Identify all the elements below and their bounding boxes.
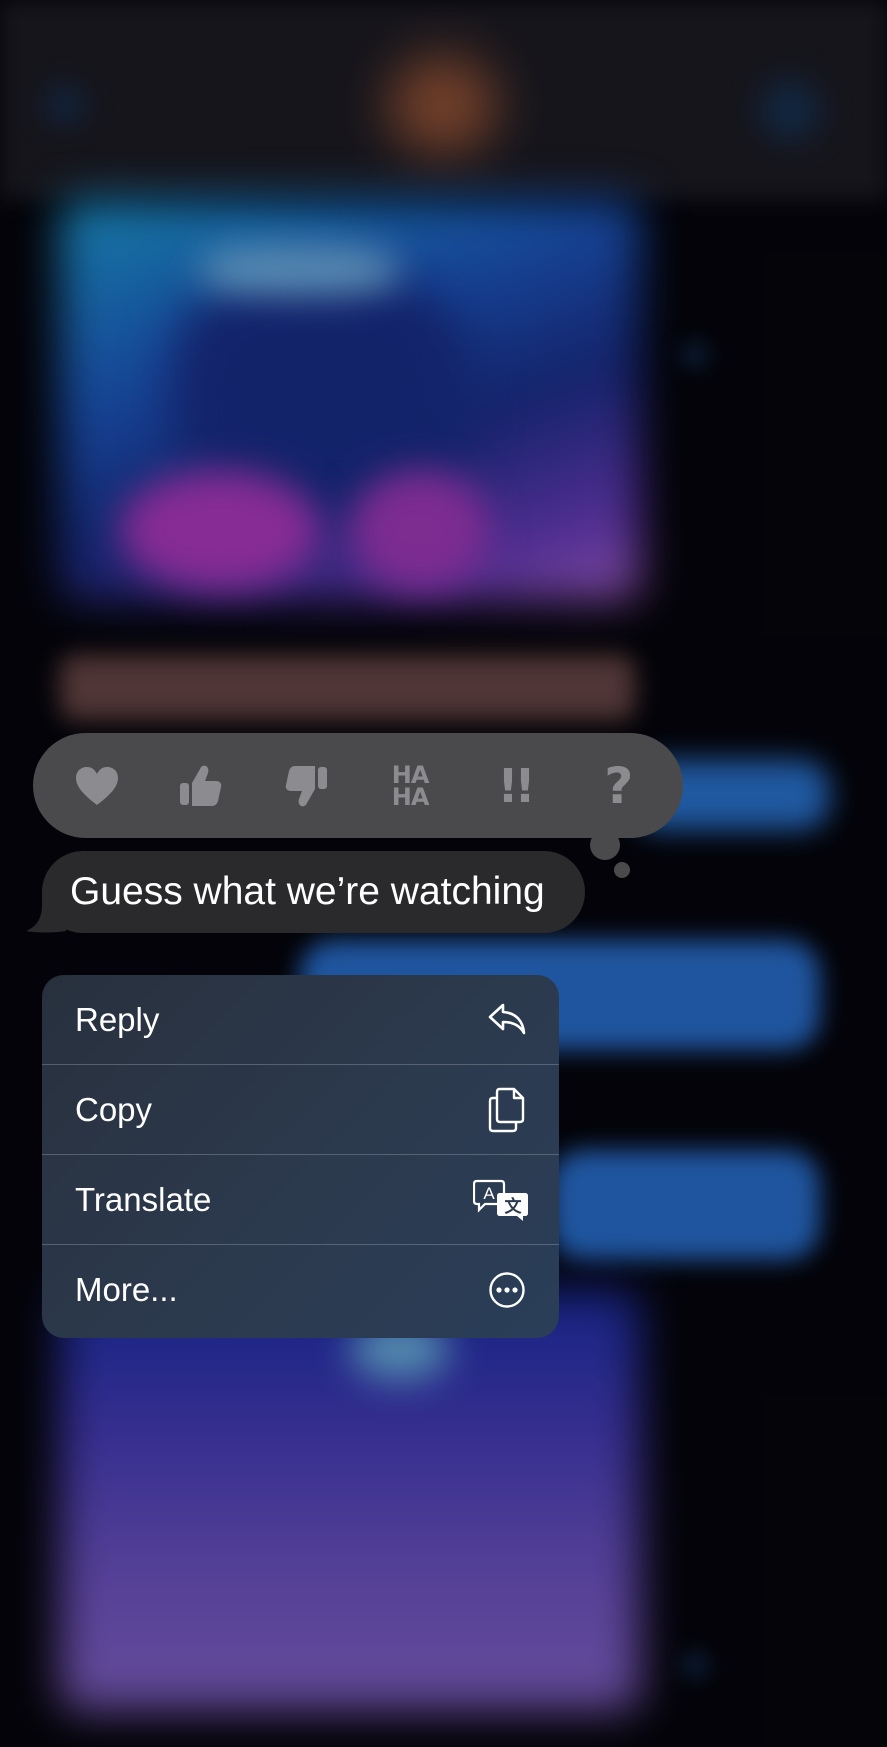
context-menu: Reply Copy Translate A 文 More... bbox=[42, 975, 559, 1338]
copy-icon bbox=[485, 1087, 529, 1132]
menu-item-label: Copy bbox=[75, 1090, 153, 1128]
thumbs-up-icon bbox=[180, 765, 222, 806]
menu-item-more[interactable]: More... bbox=[42, 1245, 559, 1335]
tapback-question[interactable]: ? bbox=[584, 751, 654, 821]
haha-text-bottom: HA bbox=[391, 782, 430, 811]
tapback-heart[interactable] bbox=[62, 751, 132, 821]
menu-item-label: Reply bbox=[75, 1000, 160, 1038]
tapback-haha[interactable]: HA HA bbox=[375, 751, 445, 821]
heart-icon bbox=[76, 766, 119, 805]
double-exclamation-icon: !! bbox=[497, 758, 535, 813]
message-text: Guess what we’re watching bbox=[70, 870, 545, 913]
thumbs-down-icon bbox=[285, 765, 327, 806]
message-bubble[interactable]: Guess what we’re watching bbox=[42, 851, 585, 933]
tapback-bar: HA HA !! ? bbox=[33, 733, 683, 838]
menu-item-reply[interactable]: Reply bbox=[42, 975, 559, 1065]
tapback-tail bbox=[614, 862, 630, 878]
reply-icon bbox=[485, 998, 529, 1042]
svg-text:文: 文 bbox=[505, 1196, 523, 1217]
menu-item-copy[interactable]: Copy bbox=[42, 1065, 559, 1155]
translate-icon: A 文 bbox=[473, 1178, 529, 1222]
menu-item-label: More... bbox=[75, 1271, 178, 1308]
tapback-emphasize[interactable]: !! bbox=[479, 751, 549, 821]
svg-text:A: A bbox=[483, 1184, 495, 1203]
tapback-thumbs-up[interactable] bbox=[166, 751, 236, 821]
tapback-thumbs-down[interactable] bbox=[271, 751, 341, 821]
haha-icon: HA HA bbox=[391, 763, 430, 811]
more-icon bbox=[485, 1268, 529, 1312]
menu-item-translate[interactable]: Translate A 文 bbox=[42, 1155, 559, 1245]
tapback-tail bbox=[590, 830, 620, 860]
menu-item-label: Translate bbox=[75, 1180, 212, 1218]
question-mark-icon: ? bbox=[604, 756, 634, 815]
